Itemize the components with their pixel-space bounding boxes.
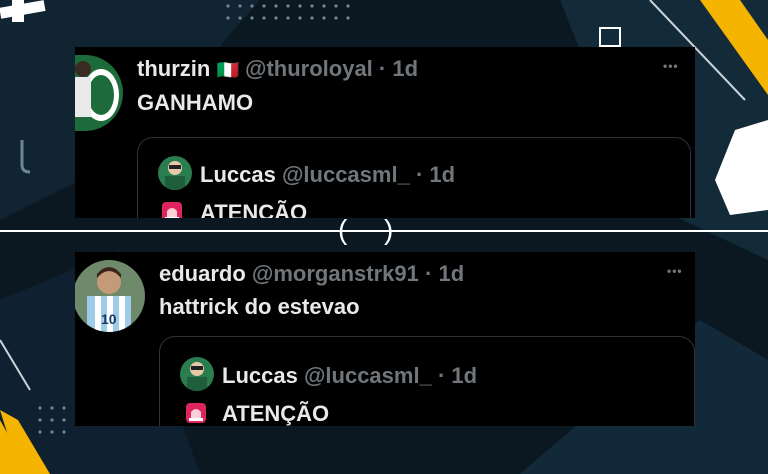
author-handle[interactable]: @morganstrk91 bbox=[252, 261, 419, 286]
tweet-text: GANHAMO bbox=[137, 90, 254, 115]
quoted-avatar[interactable] bbox=[180, 357, 214, 391]
avatar[interactable]: 10 bbox=[75, 260, 145, 332]
quoted-author-name[interactable]: Luccas bbox=[222, 363, 298, 388]
quoted-author-name[interactable]: Luccas bbox=[200, 162, 276, 187]
siren-icon bbox=[162, 202, 182, 218]
timestamp[interactable]: · 1d bbox=[425, 261, 464, 286]
svg-text:10: 10 bbox=[101, 311, 117, 327]
author-name[interactable]: thurzin bbox=[137, 56, 210, 81]
timestamp[interactable]: · 1d bbox=[379, 56, 418, 81]
quoted-text: ATENÇÃO bbox=[200, 200, 308, 218]
author-handle[interactable]: @thuroloyal bbox=[245, 56, 373, 81]
quoted-avatar-image bbox=[180, 357, 214, 391]
more-options-icon[interactable]: ••• bbox=[667, 264, 683, 278]
quoted-text: ATENÇÃO bbox=[222, 401, 330, 426]
quoted-avatar-image bbox=[158, 156, 192, 190]
tweet-card[interactable]: 10 eduardo @morganstrk91 · 1d ••• hattri… bbox=[75, 252, 695, 426]
avatar-image: 10 bbox=[75, 260, 145, 332]
avatar[interactable] bbox=[75, 55, 123, 131]
quoted-avatar[interactable] bbox=[158, 156, 192, 190]
quoted-author-handle[interactable]: @luccasml_ bbox=[282, 162, 410, 187]
avatar-image bbox=[75, 55, 123, 131]
tweet-card[interactable]: thurzin 🇮🇹 @thuroloyal · 1d ••• GANHAMO … bbox=[75, 47, 695, 218]
author-name[interactable]: eduardo bbox=[159, 261, 246, 286]
divider-right-paren: ) bbox=[384, 214, 394, 245]
quoted-tweet[interactable]: Luccas @luccasml_ · 1d ATENÇÃO bbox=[159, 336, 695, 426]
quoted-timestamp[interactable]: · 1d bbox=[438, 363, 477, 388]
quoted-tweet[interactable]: Luccas @luccasml_ · 1d ATENÇÃO bbox=[137, 137, 691, 218]
tweet-text: hattrick do estevao bbox=[159, 294, 360, 319]
quoted-author-handle[interactable]: @luccasml_ bbox=[304, 363, 432, 388]
siren-icon bbox=[186, 403, 206, 423]
divider-left-paren: ( bbox=[338, 214, 348, 245]
quoted-timestamp[interactable]: · 1d bbox=[416, 162, 455, 187]
more-options-icon[interactable]: ••• bbox=[663, 59, 679, 73]
flag-icon: 🇮🇹 bbox=[216, 60, 239, 80]
